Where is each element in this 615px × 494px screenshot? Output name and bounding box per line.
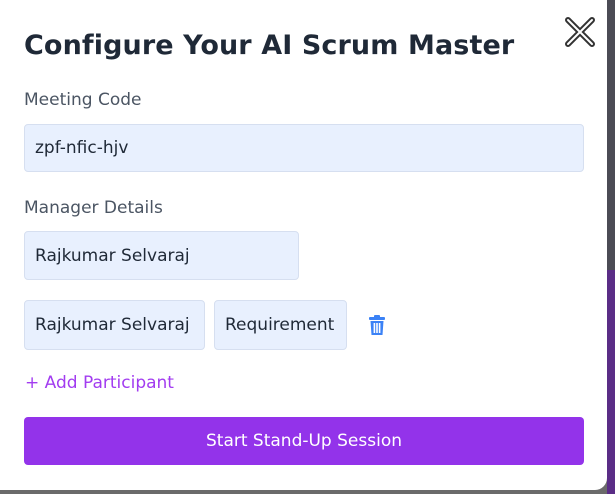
- meeting-code-label: Meeting Code: [24, 90, 142, 110]
- manager-details-label: Manager Details: [24, 198, 163, 218]
- modal-title: Configure Your AI Scrum Master: [24, 30, 515, 61]
- start-session-button[interactable]: Start Stand-Up Session: [24, 417, 584, 465]
- backdrop-accent: [607, 270, 615, 494]
- configure-modal: Configure Your AI Scrum Master Meeting C…: [0, 0, 607, 490]
- manager-name-input[interactable]: [24, 231, 299, 280]
- participant-name-input[interactable]: [24, 300, 205, 350]
- trash-icon[interactable]: [368, 315, 386, 336]
- participant-role-input[interactable]: [214, 300, 347, 350]
- add-participant-link[interactable]: + Add Participant: [25, 373, 174, 393]
- close-icon[interactable]: [563, 15, 597, 49]
- backdrop: [607, 0, 615, 494]
- meeting-code-input[interactable]: [24, 124, 584, 172]
